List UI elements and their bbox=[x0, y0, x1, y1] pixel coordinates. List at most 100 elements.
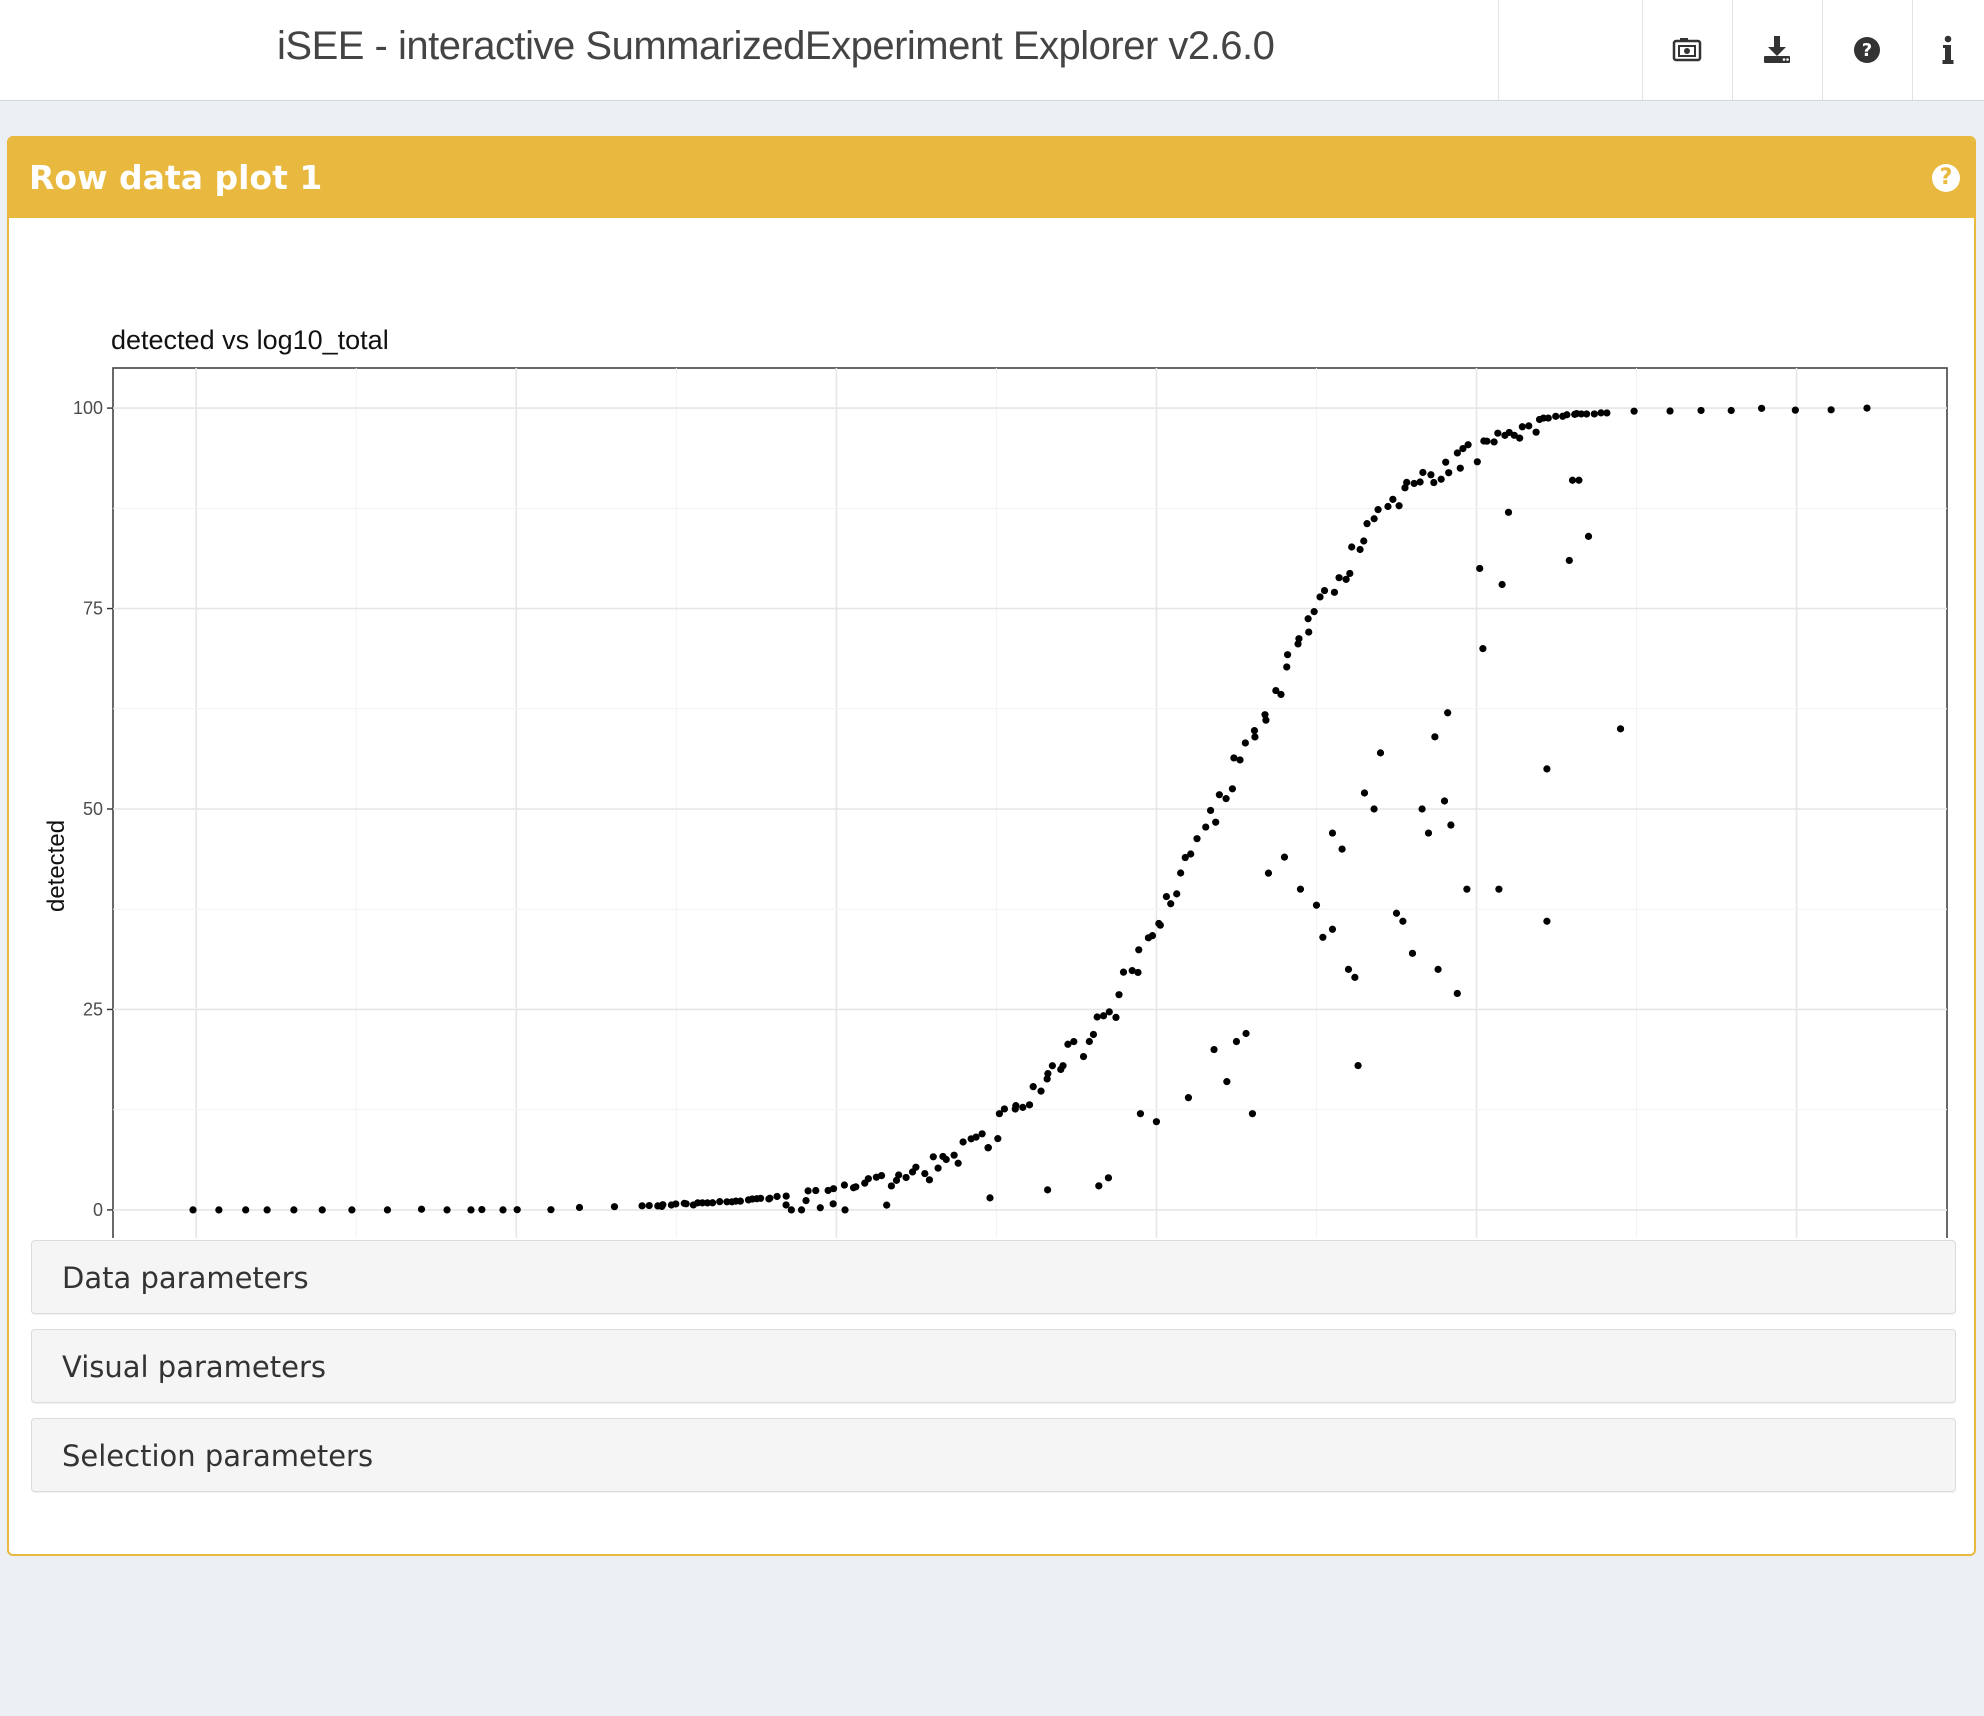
data-parameters-label: Data parameters bbox=[62, 1261, 309, 1295]
data-point bbox=[1089, 1030, 1098, 1039]
data-point bbox=[1206, 806, 1215, 815]
data-point bbox=[1370, 515, 1378, 523]
data-point bbox=[1403, 478, 1411, 487]
panel-title: Row data plot 1 bbox=[29, 158, 323, 197]
data-point bbox=[950, 1151, 958, 1159]
data-point bbox=[1354, 1061, 1362, 1070]
data-point bbox=[1544, 414, 1552, 422]
data-point bbox=[1241, 739, 1249, 747]
data-point bbox=[242, 1206, 250, 1214]
data-point bbox=[1230, 754, 1238, 762]
data-point bbox=[1399, 917, 1407, 925]
data-point bbox=[1202, 823, 1210, 831]
info-button[interactable] bbox=[1912, 0, 1984, 100]
data-point bbox=[1193, 835, 1201, 843]
data-point bbox=[812, 1186, 820, 1195]
data-point bbox=[959, 1138, 967, 1146]
data-point bbox=[1319, 933, 1327, 941]
data-point bbox=[887, 1182, 895, 1190]
data-point bbox=[1095, 1182, 1103, 1190]
data-point bbox=[782, 1201, 790, 1209]
data-point bbox=[1525, 422, 1533, 430]
panel-header: Row data plot 1 ? bbox=[9, 138, 1974, 218]
data-point bbox=[954, 1159, 962, 1167]
y-tick-label: 75 bbox=[83, 599, 103, 619]
data-point bbox=[1616, 725, 1625, 733]
data-point bbox=[1222, 795, 1230, 803]
data-parameters-toggle[interactable]: Data parameters bbox=[31, 1240, 1956, 1314]
data-point bbox=[852, 1183, 860, 1191]
data-point bbox=[383, 1206, 392, 1214]
data-point bbox=[1264, 869, 1273, 877]
panel-help-icon[interactable]: ? bbox=[1932, 164, 1960, 192]
data-point bbox=[467, 1206, 475, 1214]
data-point bbox=[1167, 900, 1175, 908]
visual-parameters-toggle[interactable]: Visual parameters bbox=[31, 1329, 1956, 1403]
help-tour-button[interactable]: ? bbox=[1822, 0, 1912, 100]
data-point bbox=[708, 1199, 717, 1207]
data-point bbox=[1135, 946, 1143, 954]
data-point bbox=[1630, 407, 1638, 415]
data-point bbox=[797, 1206, 806, 1214]
data-point bbox=[1431, 733, 1439, 741]
data-point bbox=[773, 1192, 781, 1201]
data-point bbox=[1320, 586, 1329, 595]
data-point bbox=[1603, 409, 1611, 417]
data-point bbox=[1863, 404, 1871, 412]
data-point bbox=[1516, 434, 1524, 442]
data-point bbox=[1697, 406, 1705, 415]
data-point bbox=[1029, 1083, 1037, 1091]
data-point bbox=[1395, 502, 1403, 510]
data-point bbox=[829, 1185, 838, 1193]
data-point bbox=[1105, 1008, 1113, 1016]
data-point bbox=[478, 1205, 486, 1214]
data-point bbox=[1304, 615, 1312, 623]
data-point bbox=[1363, 520, 1371, 528]
data-point bbox=[1085, 1037, 1093, 1046]
data-point bbox=[1344, 965, 1353, 973]
data-point bbox=[1410, 479, 1418, 488]
data-point bbox=[934, 1164, 942, 1172]
data-point bbox=[1532, 428, 1540, 436]
top-navbar: iSEE - interactive SummarizedExperiment … bbox=[0, 0, 1984, 101]
data-point bbox=[1212, 818, 1220, 826]
data-point bbox=[1575, 476, 1583, 484]
data-point bbox=[756, 1194, 765, 1202]
data-point bbox=[1187, 850, 1195, 858]
data-point bbox=[1348, 543, 1356, 551]
chart-title: detected vs log10_total bbox=[111, 325, 389, 355]
row-data-plot-panel: Row data plot 1 ? detected vs log10_tota… bbox=[7, 136, 1976, 1556]
app-title: iSEE - interactive SummarizedExperiment … bbox=[277, 24, 1275, 68]
data-point bbox=[1791, 406, 1799, 414]
data-point bbox=[1242, 1029, 1250, 1038]
visual-parameters-label: Visual parameters bbox=[62, 1350, 327, 1384]
data-point bbox=[1228, 785, 1237, 793]
data-point bbox=[925, 1176, 934, 1184]
selection-parameters-toggle[interactable]: Selection parameters bbox=[31, 1418, 1956, 1492]
data-point bbox=[716, 1198, 724, 1206]
plot-area[interactable]: detected vs log10_total 012345 025507510… bbox=[9, 218, 1974, 1358]
data-point bbox=[610, 1203, 619, 1211]
data-point bbox=[1584, 532, 1593, 540]
scatter-plot[interactable]: detected vs log10_total 012345 025507510… bbox=[9, 218, 1974, 1238]
data-point bbox=[1376, 749, 1385, 757]
data-point bbox=[1044, 1186, 1052, 1194]
data-point bbox=[1251, 733, 1259, 741]
data-point bbox=[1543, 765, 1551, 773]
data-point bbox=[659, 1201, 667, 1209]
data-point bbox=[1552, 412, 1560, 420]
data-point bbox=[1495, 885, 1503, 893]
data-point bbox=[1389, 495, 1397, 503]
data-point bbox=[417, 1205, 426, 1213]
download-button[interactable] bbox=[1732, 0, 1822, 100]
data-point bbox=[1476, 564, 1484, 573]
data-point bbox=[1079, 1052, 1088, 1061]
data-point bbox=[1418, 805, 1426, 813]
data-point bbox=[1136, 1110, 1145, 1118]
y-tick-label: 25 bbox=[83, 999, 103, 1019]
data-point bbox=[1262, 716, 1270, 724]
data-point bbox=[1338, 845, 1346, 853]
screenshot-button[interactable] bbox=[1642, 0, 1732, 100]
data-point bbox=[1437, 475, 1445, 483]
camera-icon bbox=[1672, 38, 1702, 62]
